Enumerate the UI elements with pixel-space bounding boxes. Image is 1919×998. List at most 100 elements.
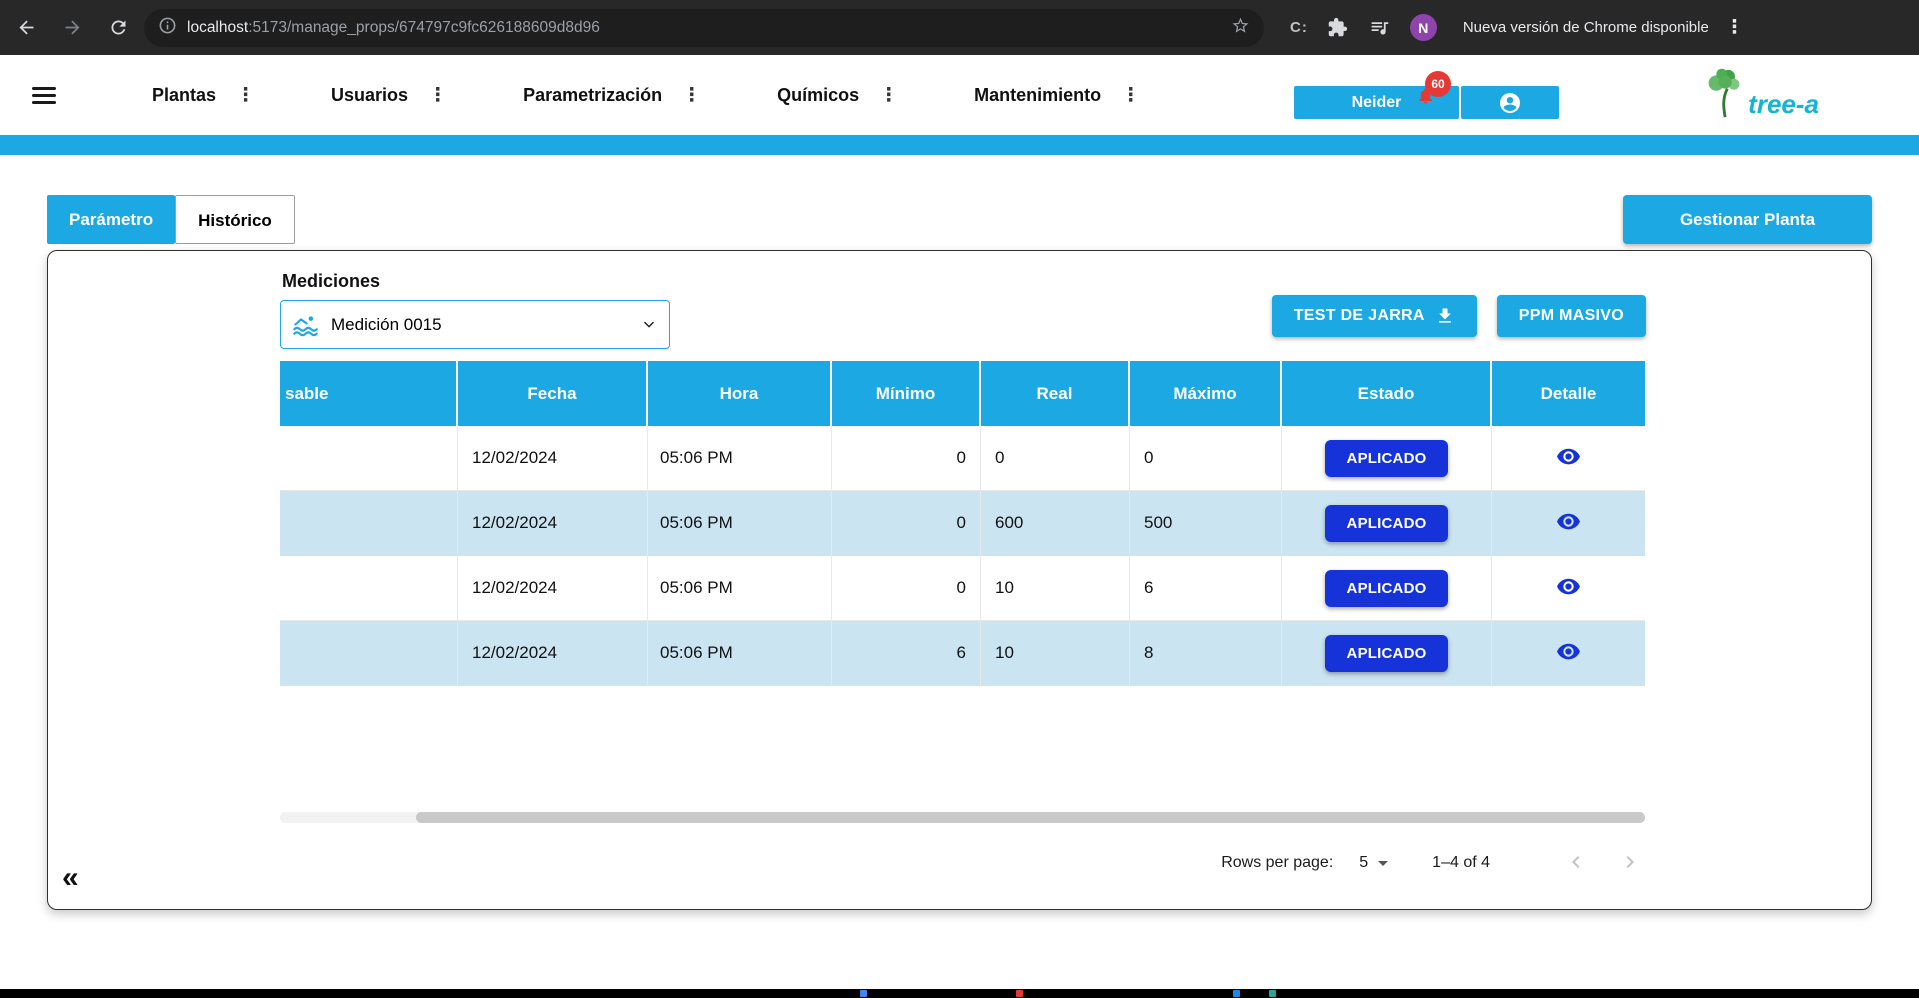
col-responsable: sable [280, 361, 458, 426]
browser-reload-icon[interactable] [106, 16, 130, 40]
ppm-massive-button[interactable]: PPM MASIVO [1496, 295, 1646, 337]
estado-aplicado-button[interactable]: APLICADO [1324, 569, 1449, 607]
cell-fecha: 12/02/2024 [458, 426, 648, 491]
measurements-table: sable Fecha Hora Mínimo Real Máximo Esta… [280, 361, 1645, 686]
browser-profile-avatar[interactable]: N [1409, 14, 1437, 41]
taskbar-icon [1233, 990, 1240, 997]
estado-aplicado-button[interactable]: APLICADO [1324, 634, 1449, 672]
nav-item-quimicos[interactable]: Químicos ⋮ [777, 84, 898, 107]
cell-responsable [280, 621, 458, 686]
media-queue-icon[interactable] [1368, 16, 1392, 40]
cell-real: 10 [981, 621, 1130, 686]
cell-responsable [280, 491, 458, 556]
browser-menu-icon[interactable]: ⋮ [1725, 18, 1744, 37]
measurement-select[interactable]: Medición 0015 [280, 300, 670, 349]
nav-dots-icon[interactable]: ⋮ [236, 84, 255, 107]
measurement-select-wrap: Medición 0015 [280, 300, 670, 349]
measurement-select-group: Mediciones Medición 0015 [280, 271, 670, 349]
dropdown-arrow-icon [1378, 860, 1389, 866]
col-minimo: Mínimo [832, 361, 981, 426]
manage-plant-button[interactable]: Gestionar Planta [1623, 195, 1872, 244]
nav-dots-icon[interactable]: ⋮ [682, 84, 701, 107]
user-name-button[interactable]: Neider 60 [1294, 71, 1459, 119]
historico-card: Mediciones Medición 0015 TEST DE JARRA P… [47, 250, 1872, 910]
nav-dots-icon[interactable]: ⋮ [1121, 84, 1140, 107]
nav-item-parametrizacion[interactable]: Parametrización ⋮ [523, 84, 701, 107]
browser-back-icon[interactable] [14, 16, 38, 40]
card-header: Mediciones Medición 0015 TEST DE JARRA P… [280, 271, 1646, 349]
extensions-puzzle-icon[interactable] [1326, 16, 1350, 40]
header-accent-strip [0, 135, 1919, 155]
person-icon [1498, 91, 1522, 115]
cell-hora: 05:06 PM [648, 491, 832, 556]
card-inner: Mediciones Medición 0015 TEST DE JARRA P… [280, 271, 1646, 885]
browser-chrome: localhost:5173/manage_props/674797c9fc62… [0, 0, 1919, 55]
rows-per-page-label: Rows per page: [1221, 854, 1334, 871]
url-host: localhost [187, 18, 249, 36]
app-logo: tree-a [1702, 65, 1819, 126]
cell-responsable [280, 556, 458, 621]
detail-eye-button[interactable] [1552, 505, 1585, 541]
estado-aplicado-button[interactable]: APLICADO [1324, 439, 1449, 477]
table-row: 12/02/2024 05:06 PM 6 10 8 APLICADO [280, 621, 1645, 686]
browser-toolbar-icons: C: N [1290, 14, 1437, 41]
horizontal-scrollbar [280, 812, 1645, 823]
ppm-massive-label: PPM MASIVO [1518, 307, 1624, 324]
horizontal-scrollbar-thumb[interactable] [416, 812, 1645, 823]
chrome-update-notice[interactable]: Nueva versión de Chrome disponible ⋮ [1463, 18, 1744, 37]
menu-icon[interactable] [32, 87, 56, 104]
detail-eye-button[interactable] [1552, 635, 1585, 671]
estado-aplicado-button[interactable]: APLICADO [1324, 504, 1449, 542]
cell-responsable [280, 426, 458, 491]
cell-real: 600 [981, 491, 1130, 556]
nav-item-mantenimiento[interactable]: Mantenimiento ⋮ [974, 84, 1140, 107]
profile-button[interactable] [1461, 86, 1559, 119]
detail-eye-button[interactable] [1552, 570, 1585, 606]
tree-logo-icon [1702, 65, 1746, 126]
next-page-button[interactable] [1614, 846, 1646, 881]
table-row: 12/02/2024 05:06 PM 0 600 500 APLICADO [280, 491, 1645, 556]
nav-item-plantas[interactable]: Plantas ⋮ [152, 84, 255, 107]
cell-maximo: 500 [1130, 491, 1282, 556]
eye-icon [1557, 513, 1580, 530]
nav-dots-icon[interactable]: ⋮ [879, 84, 898, 107]
col-fecha: Fecha [458, 361, 648, 426]
action-buttons: TEST DE JARRA PPM MASIVO [1271, 295, 1646, 337]
rows-per-page-value: 5 [1359, 854, 1369, 871]
taskbar-edge [0, 989, 1919, 998]
previous-page-button[interactable] [1560, 846, 1592, 881]
chevron-left-icon [1572, 855, 1580, 868]
site-info-icon[interactable] [158, 16, 177, 40]
chrome-update-text: Nueva versión de Chrome disponible [1462, 19, 1709, 36]
col-hora: Hora [648, 361, 832, 426]
url-bar[interactable]: localhost:5173/manage_props/674797c9fc62… [144, 8, 1264, 47]
col-maximo: Máximo [1130, 361, 1282, 426]
cell-fecha: 12/02/2024 [458, 556, 648, 621]
taskbar-icon [860, 990, 867, 997]
cell-hora: 05:06 PM [648, 621, 832, 686]
jar-test-button[interactable]: TEST DE JARRA [1271, 295, 1477, 337]
col-detalle: Detalle [1492, 361, 1645, 426]
cell-fecha: 12/02/2024 [458, 491, 648, 556]
cell-maximo: 8 [1130, 621, 1282, 686]
main-nav: Plantas ⋮ Usuarios ⋮ Parametrización ⋮ Q… [152, 84, 1216, 107]
nav-item-usuarios[interactable]: Usuarios ⋮ [331, 84, 447, 107]
nav-dots-icon[interactable]: ⋮ [428, 84, 447, 107]
rows-per-page-select[interactable]: 5 [1359, 854, 1389, 872]
table-header-row: sable Fecha Hora Mínimo Real Máximo Esta… [280, 361, 1645, 426]
browser-forward-icon[interactable] [60, 16, 84, 40]
tab-parametro[interactable]: Parámetro [47, 195, 176, 244]
detail-eye-button[interactable] [1552, 440, 1585, 476]
bookmark-star-icon[interactable] [1231, 16, 1250, 40]
tab-historico[interactable]: Histórico [175, 195, 295, 244]
cell-maximo: 6 [1130, 556, 1282, 621]
collapse-sidebar-icon[interactable]: « [62, 863, 79, 893]
c-extension-icon[interactable]: C: [1290, 19, 1308, 36]
cell-real: 0 [981, 426, 1130, 491]
taskbar-icon [1269, 990, 1276, 997]
cell-minimo: 0 [832, 426, 981, 491]
app-header: Plantas ⋮ Usuarios ⋮ Parametrización ⋮ Q… [0, 55, 1919, 135]
jar-test-label: TEST DE JARRA [1293, 307, 1425, 324]
url-path: :5173/manage_props/674797c9fc626188609d8… [248, 18, 600, 36]
cell-minimo: 0 [832, 556, 981, 621]
